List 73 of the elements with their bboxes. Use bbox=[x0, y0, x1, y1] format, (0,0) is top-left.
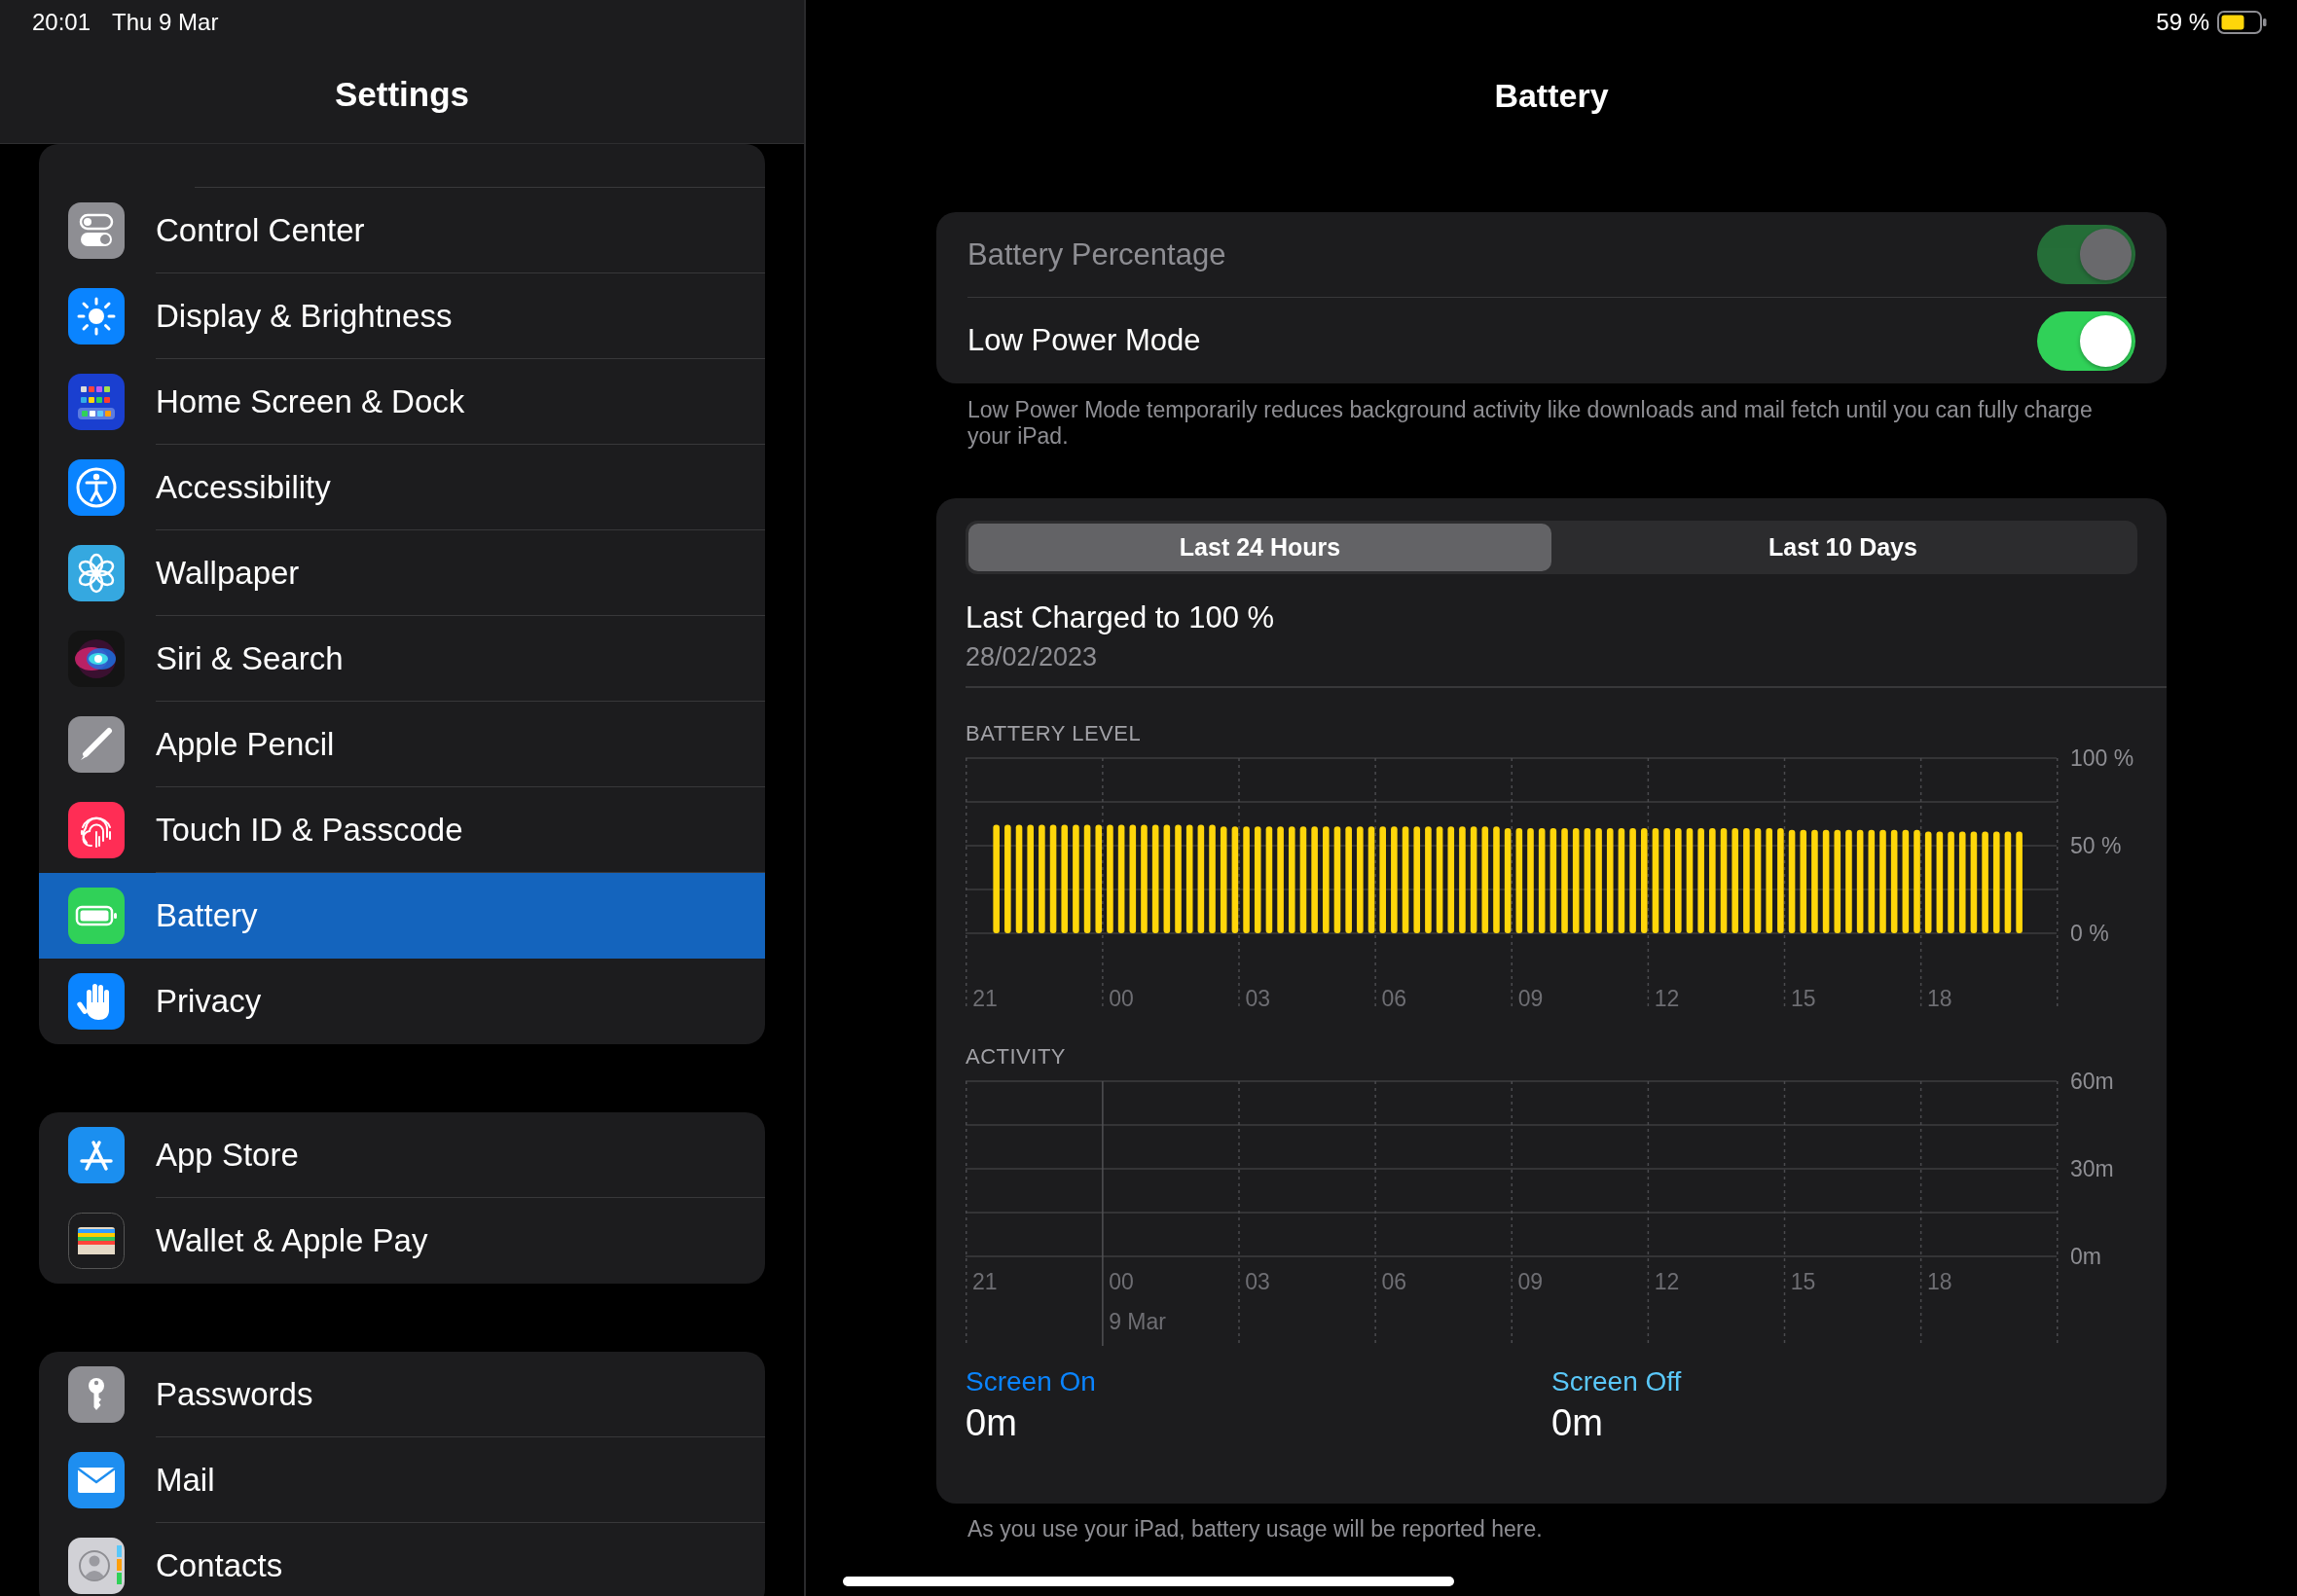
battery-icon bbox=[68, 888, 125, 944]
axis-label: 00 bbox=[1109, 1268, 1134, 1294]
axis-label: 06 bbox=[1381, 1268, 1406, 1294]
hand-icon bbox=[68, 973, 125, 1030]
section-heading: ACTIVITY bbox=[966, 1043, 1067, 1070]
stat-label: Screen On bbox=[966, 1364, 1097, 1398]
axis-label: 03 bbox=[1245, 985, 1271, 1011]
axis-label: 09 bbox=[1517, 985, 1544, 1011]
date-label: 9 Mar bbox=[1109, 1308, 1166, 1334]
sidebar-item[interactable]: Control Center bbox=[39, 188, 765, 273]
sidebar-item[interactable]: Wallet & Apple Pay bbox=[39, 1198, 765, 1284]
footnote-text: Low Power Mode temporarily reduces background activity like downloads and mail fetch until you can fully charge your iPad. bbox=[966, 396, 2094, 450]
axis-label: 30m bbox=[2070, 1155, 2114, 1181]
flower-icon bbox=[68, 545, 125, 601]
sidebar-item[interactable]: Apple Pencil bbox=[39, 702, 765, 787]
battery-icon bbox=[2217, 11, 2268, 34]
stat-label: Screen Off bbox=[1551, 1364, 1683, 1398]
axis-label: 0m bbox=[2070, 1243, 2101, 1269]
battery-percentage: 59 % bbox=[2156, 9, 2209, 36]
sun-icon bbox=[68, 288, 125, 345]
toggle-label: Battery Percentage bbox=[967, 236, 1226, 272]
app-grid-icon bbox=[68, 374, 125, 430]
axis-label: 12 bbox=[1654, 985, 1680, 1011]
axis-label: 00 bbox=[1109, 985, 1134, 1011]
sidebar-item[interactable]: Wallpaper bbox=[39, 530, 765, 616]
stat-value: 0m bbox=[966, 1400, 1018, 1445]
sidebar-item[interactable]: Battery bbox=[39, 873, 765, 959]
page-title: Battery bbox=[1494, 77, 1609, 114]
app-store-icon bbox=[68, 1127, 125, 1183]
axis-label: 15 bbox=[1790, 985, 1816, 1011]
last-charged-date: 28/02/2023 bbox=[966, 641, 1099, 672]
sidebar-item[interactable]: Siri & Search bbox=[39, 616, 765, 702]
wallet-icon bbox=[68, 1213, 125, 1269]
axis-label: 18 bbox=[1926, 1268, 1952, 1294]
orb-icon bbox=[68, 631, 125, 687]
clock-time: 20:01 bbox=[32, 9, 91, 36]
segment-tab[interactable]: Last 24 Hours bbox=[968, 524, 1551, 571]
sidebar-item[interactable]: Home Screen & Dock bbox=[39, 359, 765, 445]
envelope-icon bbox=[68, 1452, 125, 1508]
sidebar-item[interactable]: App Store bbox=[39, 1112, 765, 1198]
sidebar-item[interactable]: Passwords bbox=[39, 1352, 765, 1437]
accessibility-icon bbox=[68, 459, 125, 516]
date-text: Thu 9 Mar bbox=[112, 9, 219, 36]
sidebar-item[interactable]: Contacts bbox=[39, 1523, 765, 1596]
axis-label: 50 % bbox=[2070, 832, 2122, 858]
fingerprint-icon bbox=[68, 802, 125, 858]
stat-value: 0m bbox=[1551, 1400, 1604, 1445]
axis-label: 09 bbox=[1517, 1268, 1544, 1294]
sidebar-item[interactable]: Mail bbox=[39, 1437, 765, 1523]
segment-tab[interactable]: Last 10 Days bbox=[1551, 524, 2134, 571]
sidebar-item[interactable]: Accessibility bbox=[39, 445, 765, 530]
sidebar-title: Settings bbox=[334, 75, 470, 114]
toggle-switch[interactable] bbox=[2037, 310, 2135, 371]
axis-label: 21 bbox=[972, 985, 998, 1011]
axis-label: 03 bbox=[1245, 1268, 1270, 1294]
axis-label: 21 bbox=[972, 1268, 998, 1294]
section-heading: BATTERY LEVEL bbox=[966, 720, 1143, 746]
axis-label: 12 bbox=[1654, 1268, 1680, 1294]
axis-label: 100 % bbox=[2070, 744, 2134, 771]
key-icon bbox=[68, 1366, 125, 1423]
axis-label: 60m bbox=[2070, 1069, 2114, 1094]
last-charged-title: Last Charged to 100 % bbox=[966, 600, 1276, 635]
axis-label: 18 bbox=[1927, 985, 1952, 1011]
axis-label: 0 % bbox=[2070, 920, 2109, 946]
sidebar-item[interactable]: Display & Brightness bbox=[39, 273, 765, 359]
axis-label: 15 bbox=[1790, 1268, 1816, 1294]
toggles-icon bbox=[68, 202, 125, 259]
sidebar-item[interactable]: Privacy bbox=[39, 959, 765, 1044]
toggle-label: Low Power Mode bbox=[967, 323, 1201, 358]
pencil-icon bbox=[68, 716, 125, 773]
footnote-text: As you use your iPad, battery usage will be reported here. bbox=[966, 1514, 1544, 1542]
axis-label: 06 bbox=[1381, 985, 1407, 1011]
contact-icon bbox=[68, 1538, 125, 1594]
